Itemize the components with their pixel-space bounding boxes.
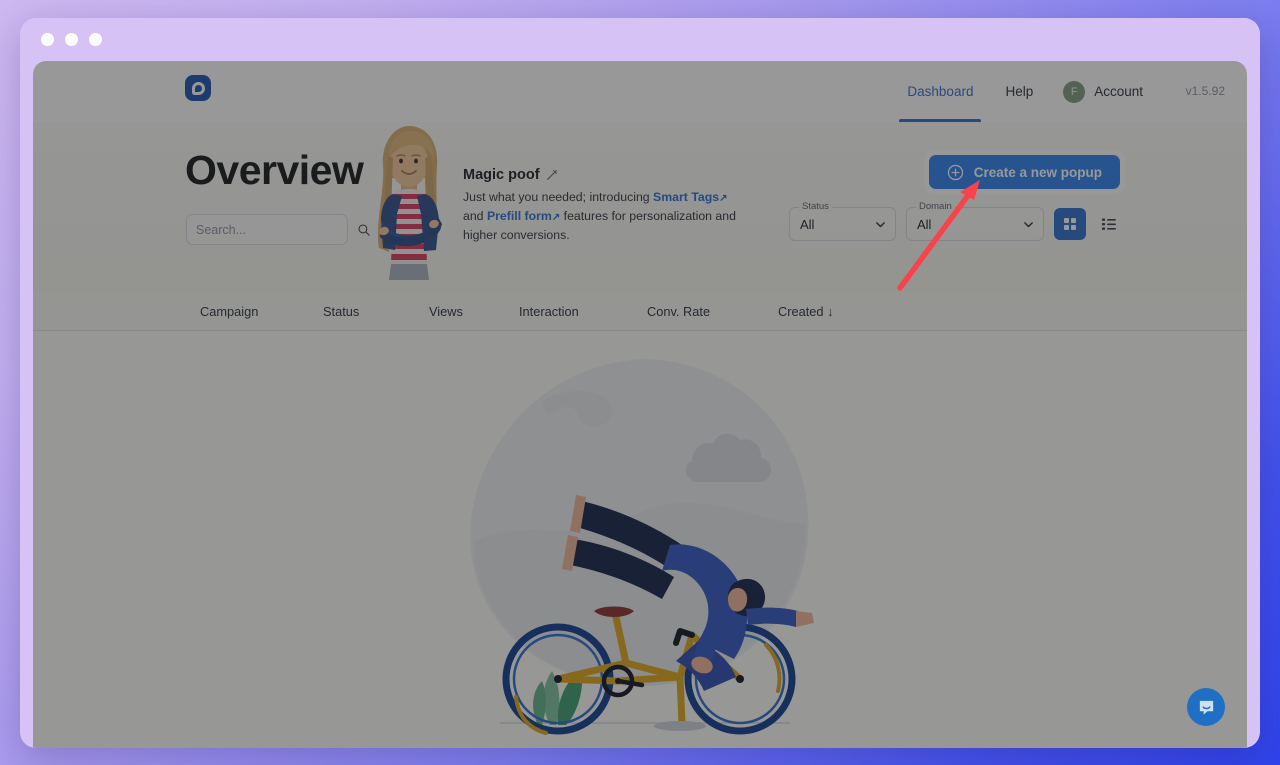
domain-filter-value: All [917,216,932,232]
search-input[interactable] [196,222,357,237]
version-label: v1.5.92 [1185,84,1225,98]
column-header-conv-rate[interactable]: Conv. Rate [647,304,710,319]
wand-icon [546,170,557,180]
chevron-down-icon [876,221,885,227]
column-header-created[interactable]: Created ↓ [778,304,834,319]
grid-icon [1064,218,1076,230]
chevron-down-icon [1024,221,1033,227]
empty-state [33,331,1247,748]
status-filter-value: All [800,216,815,232]
create-new-popup-button[interactable]: Create a new popup [928,155,1120,189]
column-header-views[interactable]: Views [429,304,463,319]
maximize-window-button[interactable] [89,33,102,46]
external-link-icon-1: ↗ [719,193,728,204]
nav-item-help-label: Help [1005,84,1034,99]
promo-block: Magic poof Just what you needed; introdu… [463,167,738,244]
column-header-status[interactable]: Status [323,304,359,319]
status-filter-select[interactable]: Status All [789,201,896,241]
column-header-interaction[interactable]: Interaction [519,304,579,319]
nav-links: Dashboard Help F Account [891,61,1157,122]
smart-tags-link[interactable]: Smart Tags [653,190,719,204]
nav-item-dashboard-label: Dashboard [907,84,974,99]
character-illustration [378,126,442,280]
avatar: F [1063,80,1086,103]
page-title: Overview [185,147,364,193]
grid-view-button[interactable] [1054,208,1086,240]
column-header-created-label: Created [778,304,824,319]
prefill-form-link[interactable]: Prefill form [487,209,552,223]
list-icon [1102,218,1116,230]
create-new-popup-label: Create a new popup [973,164,1102,180]
promo-title-row: Magic poof [463,167,738,183]
sort-descending-icon: ↓ [827,304,834,319]
person-handstand-on-bicycle-illustration [470,359,814,735]
intercom-chat-icon [1199,700,1213,715]
create-popup-highlight-ring: Create a new popup [923,150,1125,194]
hero-section: Overview Search... Magic poof Just what … [33,122,1247,293]
plus-circle-icon [947,164,963,180]
promo-title: Magic poof [463,167,540,183]
browser-window: Dashboard Help F Account v1.5.92 Overvie… [20,18,1260,748]
chat-widget-button[interactable] [1187,688,1225,726]
top-navigation: Dashboard Help F Account v1.5.92 [33,61,1247,122]
promo-body: Just what you needed; introducing Smart … [463,188,738,244]
nav-item-dashboard[interactable]: Dashboard [891,61,989,122]
list-view-button[interactable] [1093,208,1125,240]
domain-filter-label: Domain [916,201,955,212]
domain-filter-select[interactable]: Domain All [906,201,1044,241]
status-filter-label: Status [799,201,832,212]
minimize-window-button[interactable] [65,33,78,46]
promo-text-mid: and [463,208,487,223]
account-label: Account [1094,84,1143,99]
column-header-campaign[interactable]: Campaign [200,304,258,319]
app-page: Dashboard Help F Account v1.5.92 Overvie… [33,61,1247,748]
view-toggle-group [1054,208,1125,240]
nav-item-help[interactable]: Help [989,61,1049,122]
account-menu[interactable]: F Account [1049,80,1157,103]
close-window-button[interactable] [41,33,54,46]
traffic-lights [41,33,102,46]
popupsmart-logo-icon[interactable] [185,75,211,101]
promo-text-lead: Just what you needed; introducing [463,190,654,204]
screen-root: Dashboard Help F Account v1.5.92 Overvie… [0,0,1280,765]
search-box[interactable] [186,214,370,245]
external-link-icon-2: ↗ [551,211,561,223]
window-titlebar [20,18,1260,62]
filters-row: Status All Domain All [789,201,1125,241]
campaign-table-header: Campaign Status Views Interaction Conv. … [33,293,1247,331]
logo-glyph [191,81,205,95]
